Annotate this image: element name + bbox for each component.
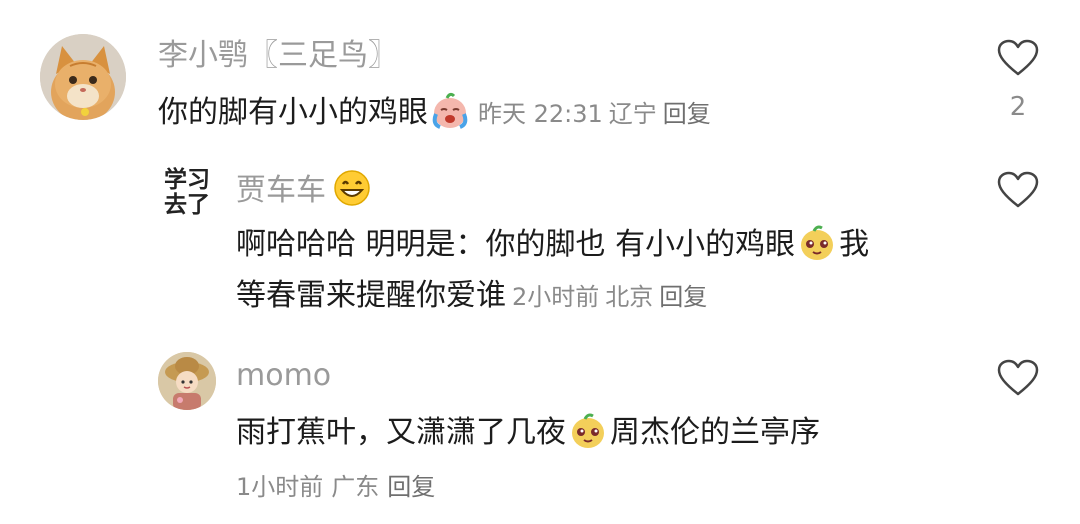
comment-text: 我 [839, 227, 870, 262]
grinning-face-emoji-icon [332, 168, 372, 208]
comment-location: 北京 [605, 283, 654, 311]
comment-username[interactable]: 贾车车 [236, 168, 374, 209]
comment-location: 广东 [331, 473, 380, 501]
smug-face-emoji-icon [797, 222, 837, 262]
comment-text: 你的脚有小小的鸡眼 [158, 95, 428, 130]
comment-text-line: 啊哈哈哈 明明是：你的脚也 有小小的鸡眼 我 [236, 222, 869, 265]
avatar-text-study[interactable]: 学习 去了 [158, 164, 228, 234]
username-text: 贾车车 [236, 173, 326, 208]
comment-text: 啊哈哈哈 明明是：你的脚也 有小小的鸡眼 [236, 227, 796, 262]
reply-button[interactable]: 回复 [663, 100, 711, 128]
comment-text-line: 等春雷来提醒你爱谁 2小时前 北京 回复 [236, 276, 713, 317]
heart-icon[interactable] [996, 170, 1040, 210]
avatar-momo[interactable] [158, 352, 216, 410]
comment-username[interactable]: momo [236, 358, 331, 394]
cat-avatar-image [40, 34, 126, 120]
avatar-text-line: 学习 [164, 167, 210, 193]
comment-text: 等春雷来提醒你爱谁 [236, 278, 506, 313]
comment-text-line: 你的脚有小小的鸡眼 昨天 22:31 辽宁 回复 [158, 90, 717, 134]
comment-time: 昨天 22:31 [478, 100, 603, 128]
comment-meta: 2小时前 北京 回复 [512, 283, 713, 311]
comment-text: 周杰伦的兰亭序 [610, 415, 820, 450]
comment-time: 2小时前 [512, 283, 600, 311]
heart-icon[interactable] [996, 38, 1040, 78]
comment-username[interactable]: 李小鹗〖三足鸟〗 [158, 38, 398, 74]
reply-button[interactable]: 回复 [659, 283, 707, 311]
smug-face-emoji-icon [568, 410, 608, 450]
like-count: 2 [1009, 92, 1027, 122]
heart-icon[interactable] [996, 358, 1040, 398]
crying-face-emoji-icon [430, 90, 470, 130]
comment-time: 1小时前 [236, 473, 324, 501]
comment-meta: 1小时前 广东 回复 [236, 470, 443, 504]
momo-avatar-image [158, 352, 216, 410]
comment-text-line: 雨打蕉叶，又潇潇了几夜 周杰伦的兰亭序 [236, 410, 820, 453]
reply-button[interactable]: 回复 [387, 473, 435, 501]
comment-location: 辽宁 [608, 100, 657, 128]
avatar-text-line: 去了 [164, 192, 210, 218]
comment-text: 雨打蕉叶，又潇潇了几夜 [236, 415, 566, 450]
comment-meta: 昨天 22:31 辽宁 回复 [478, 100, 717, 128]
avatar-cat[interactable] [40, 34, 126, 120]
